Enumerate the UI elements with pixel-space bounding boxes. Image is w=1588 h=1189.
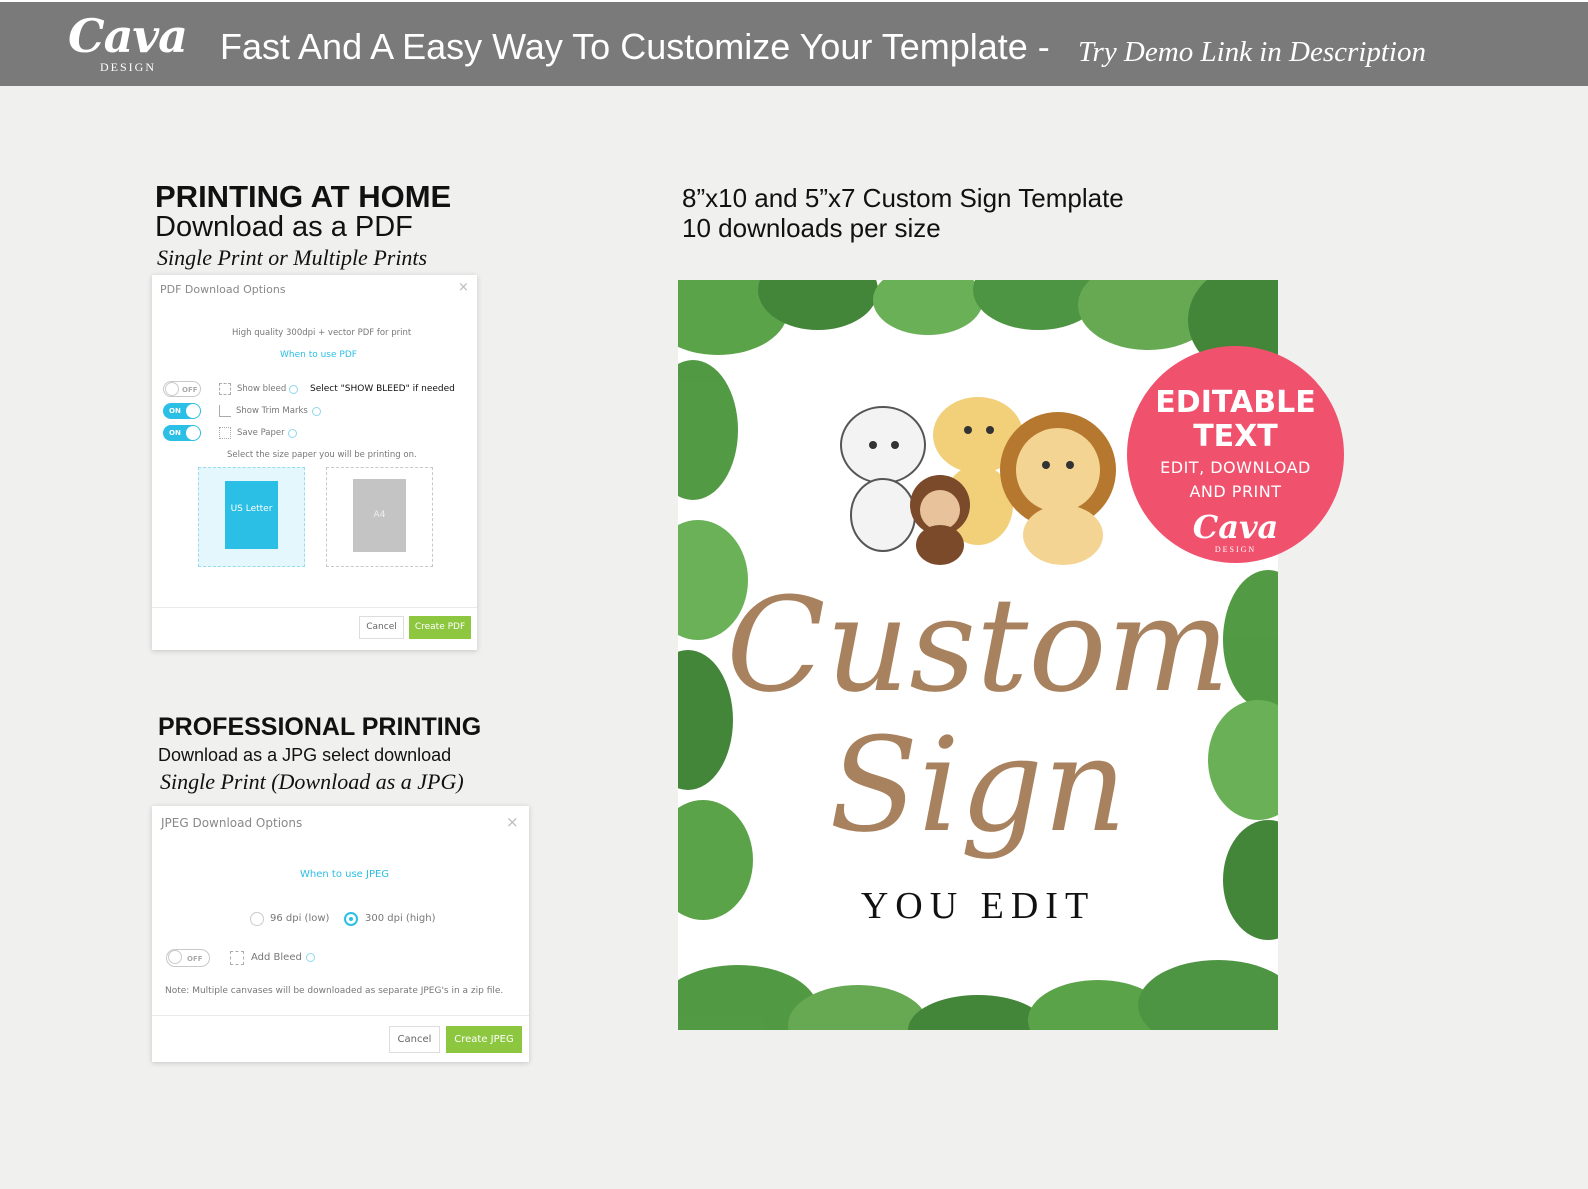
header-bar: Cava DESIGN Fast And A Easy Way To Custo…	[0, 0, 1588, 86]
pdf-quality-text: High quality 300dpi + vector PDF for pri…	[232, 328, 412, 338]
toggle-label: ON	[169, 429, 181, 437]
create-jpeg-button[interactable]: Create JPEG	[446, 1026, 522, 1053]
help-icon[interactable]	[306, 953, 315, 962]
template-sizes-text: 8”x10 and 5”x7 Custom Sign Template	[682, 183, 1124, 213]
badge-logo-sub: DESIGN	[1214, 545, 1257, 554]
save-paper-toggle[interactable]: ON	[163, 425, 201, 441]
save-paper-label: Save Paper	[237, 428, 285, 438]
radio-300dpi-label: 300 dpi (high)	[365, 913, 436, 924]
grid-icon	[219, 427, 231, 439]
help-icon[interactable]	[312, 407, 321, 416]
paper-prompt: Select the size paper you will be printi…	[227, 450, 417, 460]
show-trim-marks-toggle[interactable]: ON	[163, 403, 201, 419]
toggle-label: ON	[169, 407, 181, 415]
downloads-per-size-text: 10 downloads per size	[682, 213, 941, 243]
show-bleed-toggle[interactable]: OFF	[163, 381, 201, 397]
when-to-use-jpeg-link[interactable]: When to use JPEG	[300, 869, 389, 880]
help-icon[interactable]	[288, 429, 297, 438]
cava-logo-sub: DESIGN	[100, 60, 156, 74]
pdf-dialog-title: PDF Download Options	[160, 283, 286, 296]
expand-icon	[230, 951, 244, 965]
home-note: Single Print or Multiple Prints	[157, 245, 428, 270]
toggle-label: OFF	[187, 955, 203, 963]
jpeg-download-dialog: JPEG Download Options × When to use JPEG…	[152, 806, 529, 1062]
header-subtitle: Try Demo Link in Description	[1078, 36, 1426, 68]
badge-logo: Cava	[1192, 508, 1279, 546]
jpeg-note: Note: Multiple canvases will be download…	[165, 986, 504, 996]
radio-300dpi[interactable]	[344, 912, 358, 926]
toggle-knob	[168, 950, 182, 964]
toggle-knob	[165, 382, 179, 396]
dialog-divider	[152, 1015, 529, 1016]
paper-option-us-letter[interactable]: US Letter	[198, 467, 305, 567]
home-heading: PRINTING AT HOME	[155, 179, 452, 214]
dialog-divider	[152, 607, 477, 608]
expand-icon	[219, 383, 231, 395]
toggle-knob	[186, 426, 200, 440]
radio-96dpi[interactable]	[250, 912, 264, 926]
pro-subheading: Download as a JPG select download	[158, 745, 452, 765]
when-to-use-pdf-link[interactable]: When to use PDF	[280, 350, 357, 360]
sign-subtitle: YOU EDIT	[860, 885, 1096, 927]
show-bleed-hint: Select "SHOW BLEED" if needed	[310, 384, 455, 394]
badge-line2: TEXT	[1193, 419, 1278, 454]
badge-line1: EDITABLE	[1155, 385, 1316, 420]
show-bleed-label: Show bleed	[237, 384, 287, 394]
safari-animals	[840, 397, 1116, 565]
badge-line3: EDIT, DOWNLOAD	[1160, 458, 1311, 477]
pro-heading: PROFESSIONAL PRINTING	[158, 713, 482, 741]
pro-note: Single Print (Download as a JPG)	[160, 769, 464, 794]
help-icon[interactable]	[289, 385, 298, 394]
toggle-knob	[186, 404, 200, 418]
toggle-label: OFF	[182, 386, 198, 394]
sign-title-line1: Custom	[726, 569, 1230, 721]
editable-text-badge: EDITABLE TEXT EDIT, DOWNLOAD AND PRINT C…	[1127, 346, 1344, 563]
paper-option-a4[interactable]: A4	[326, 467, 433, 567]
close-icon[interactable]: ×	[506, 813, 519, 831]
show-trim-marks-label: Show Trim Marks	[236, 406, 308, 416]
pdf-download-dialog: PDF Download Options × High quality 300d…	[152, 275, 477, 650]
cancel-button[interactable]: Cancel	[389, 1026, 440, 1053]
cancel-button[interactable]: Cancel	[359, 616, 404, 639]
radio-96dpi-label: 96 dpi (low)	[270, 913, 330, 924]
close-icon[interactable]: ×	[458, 280, 469, 295]
us-letter-thumb: US Letter	[225, 481, 278, 549]
trim-marks-icon	[219, 405, 231, 417]
sign-title-line2: Sign	[829, 709, 1127, 861]
jpeg-dialog-title: JPEG Download Options	[161, 816, 303, 830]
add-bleed-toggle[interactable]: OFF	[166, 949, 210, 967]
home-subheading: Download as a PDF	[155, 211, 413, 243]
add-bleed-label: Add Bleed	[251, 952, 302, 963]
badge-line4: AND PRINT	[1189, 482, 1282, 501]
create-pdf-button[interactable]: Create PDF	[409, 616, 471, 639]
cava-logo: Cava	[68, 9, 188, 63]
a4-thumb: A4	[353, 479, 406, 552]
header-title: Fast And A Easy Way To Customize Your Te…	[220, 26, 1050, 67]
